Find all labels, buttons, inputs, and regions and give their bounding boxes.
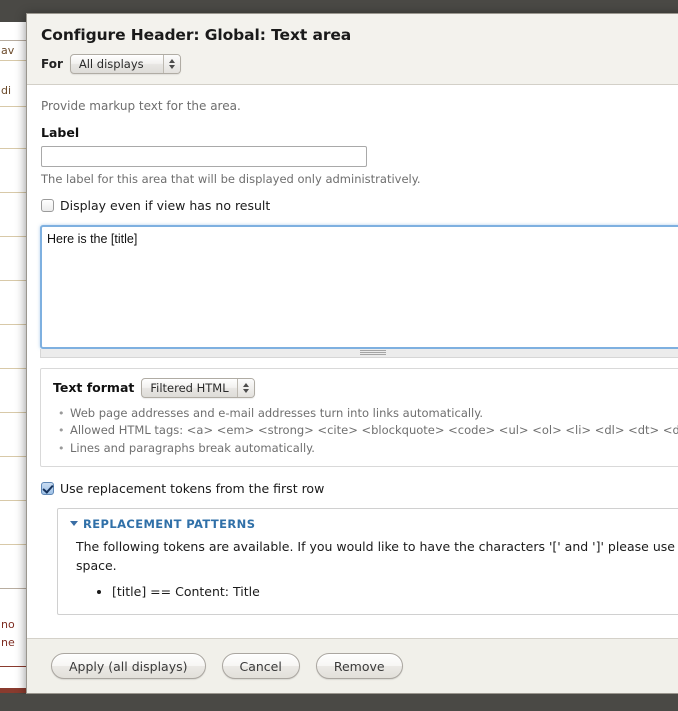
filter-tips-list: Web page addresses and e-mail addresses … (53, 405, 678, 458)
background-rule (0, 280, 26, 281)
background-rule (0, 106, 26, 107)
replacement-patterns-description-line2: space. (76, 557, 117, 573)
background-page: av di no ne (0, 22, 26, 688)
replacement-token-list: [title] == Content: Title (70, 582, 678, 602)
background-rule (0, 236, 26, 237)
display-even-checkbox[interactable] (41, 198, 54, 212)
background-rule (0, 60, 26, 61)
triangle-down-icon (70, 521, 78, 527)
dialog-body: Provide markup text for the area. Label … (27, 85, 678, 641)
configure-header-dialog: Configure Header: Global: Text area For … (26, 13, 678, 694)
background-text-fragment-1: av (1, 44, 15, 57)
backdrop-bottom-strip (0, 694, 678, 711)
text-format-row: Text format Filtered HTML (53, 377, 678, 398)
for-display-select[interactable]: All displays (69, 54, 181, 74)
chevron-updown-icon (236, 378, 254, 397)
background-text-fragment-3: no (1, 618, 15, 631)
background-rule (0, 456, 26, 457)
background-rule (0, 324, 26, 325)
dialog-header: Configure Header: Global: Text area For … (27, 14, 678, 85)
replacement-patterns-legend: REPLACEMENT PATTERNS (83, 516, 256, 531)
filter-tip: Web page addresses and e-mail addresses … (58, 405, 678, 423)
text-format-select[interactable]: Filtered HTML (141, 377, 255, 398)
label-input[interactable] (41, 145, 367, 167)
replacement-token-item: [title] == Content: Title (112, 582, 678, 602)
apply-all-displays-button[interactable]: Apply (all displays) (51, 653, 206, 679)
replacement-patterns-fieldset: REPLACEMENT PATTERNS The following token… (57, 507, 678, 616)
background-bottom-bar (0, 688, 26, 693)
textarea-resize-grippie[interactable] (40, 348, 678, 358)
use-replacement-tokens-label: Use replacement tokens from the first ro… (60, 480, 325, 496)
background-rule (0, 192, 26, 193)
label-field-label: Label (41, 125, 80, 140)
background-rule (0, 588, 26, 589)
for-display-select-value: All displays (78, 57, 144, 71)
body-textarea[interactable] (40, 224, 678, 349)
display-even-row[interactable]: Display even if view has no result (41, 198, 671, 213)
filter-tip: Lines and paragraphs break automatically… (58, 440, 678, 458)
background-text-fragment-4: ne (1, 636, 15, 649)
background-rule (0, 500, 26, 501)
text-format-label: Text format (53, 380, 135, 395)
display-even-label: Display even if view has no result (60, 197, 271, 213)
use-replacement-tokens-checkbox[interactable] (41, 481, 54, 495)
background-text-fragment-2: di (1, 84, 12, 97)
grippie-lines-icon (360, 350, 386, 355)
body-textarea-wrapper (40, 224, 678, 358)
background-rule (0, 148, 26, 149)
text-format-box: Text format Filtered HTML Web page addre… (40, 367, 678, 467)
filter-tip: Allowed HTML tags: <a> <em> <strong> <ci… (58, 422, 678, 440)
dialog-footer: Apply (all displays) Cancel Remove (27, 638, 678, 693)
replacement-patterns-toggle[interactable]: REPLACEMENT PATTERNS (70, 517, 678, 531)
background-rule (0, 412, 26, 413)
background-rule (0, 40, 26, 41)
text-format-select-value: Filtered HTML (150, 380, 229, 395)
for-label: For (41, 57, 63, 71)
for-display-row: For All displays (41, 54, 678, 74)
tokens-row[interactable]: Use replacement tokens from the first ro… (41, 481, 671, 496)
background-rule (0, 544, 26, 545)
replacement-patterns-description: The following tokens are available. If y… (76, 538, 678, 576)
chevron-updown-icon (162, 55, 180, 73)
cancel-button[interactable]: Cancel (221, 653, 300, 679)
dialog-title: Configure Header: Global: Text area (41, 26, 352, 44)
area-description: Provide markup text for the area. (41, 99, 241, 113)
background-rule (0, 666, 26, 667)
replacement-patterns-description-line1: The following tokens are available. If y… (76, 538, 678, 554)
background-rule (0, 368, 26, 369)
remove-button[interactable]: Remove (315, 653, 403, 679)
label-field-help: The label for this area that will be dis… (41, 171, 421, 186)
